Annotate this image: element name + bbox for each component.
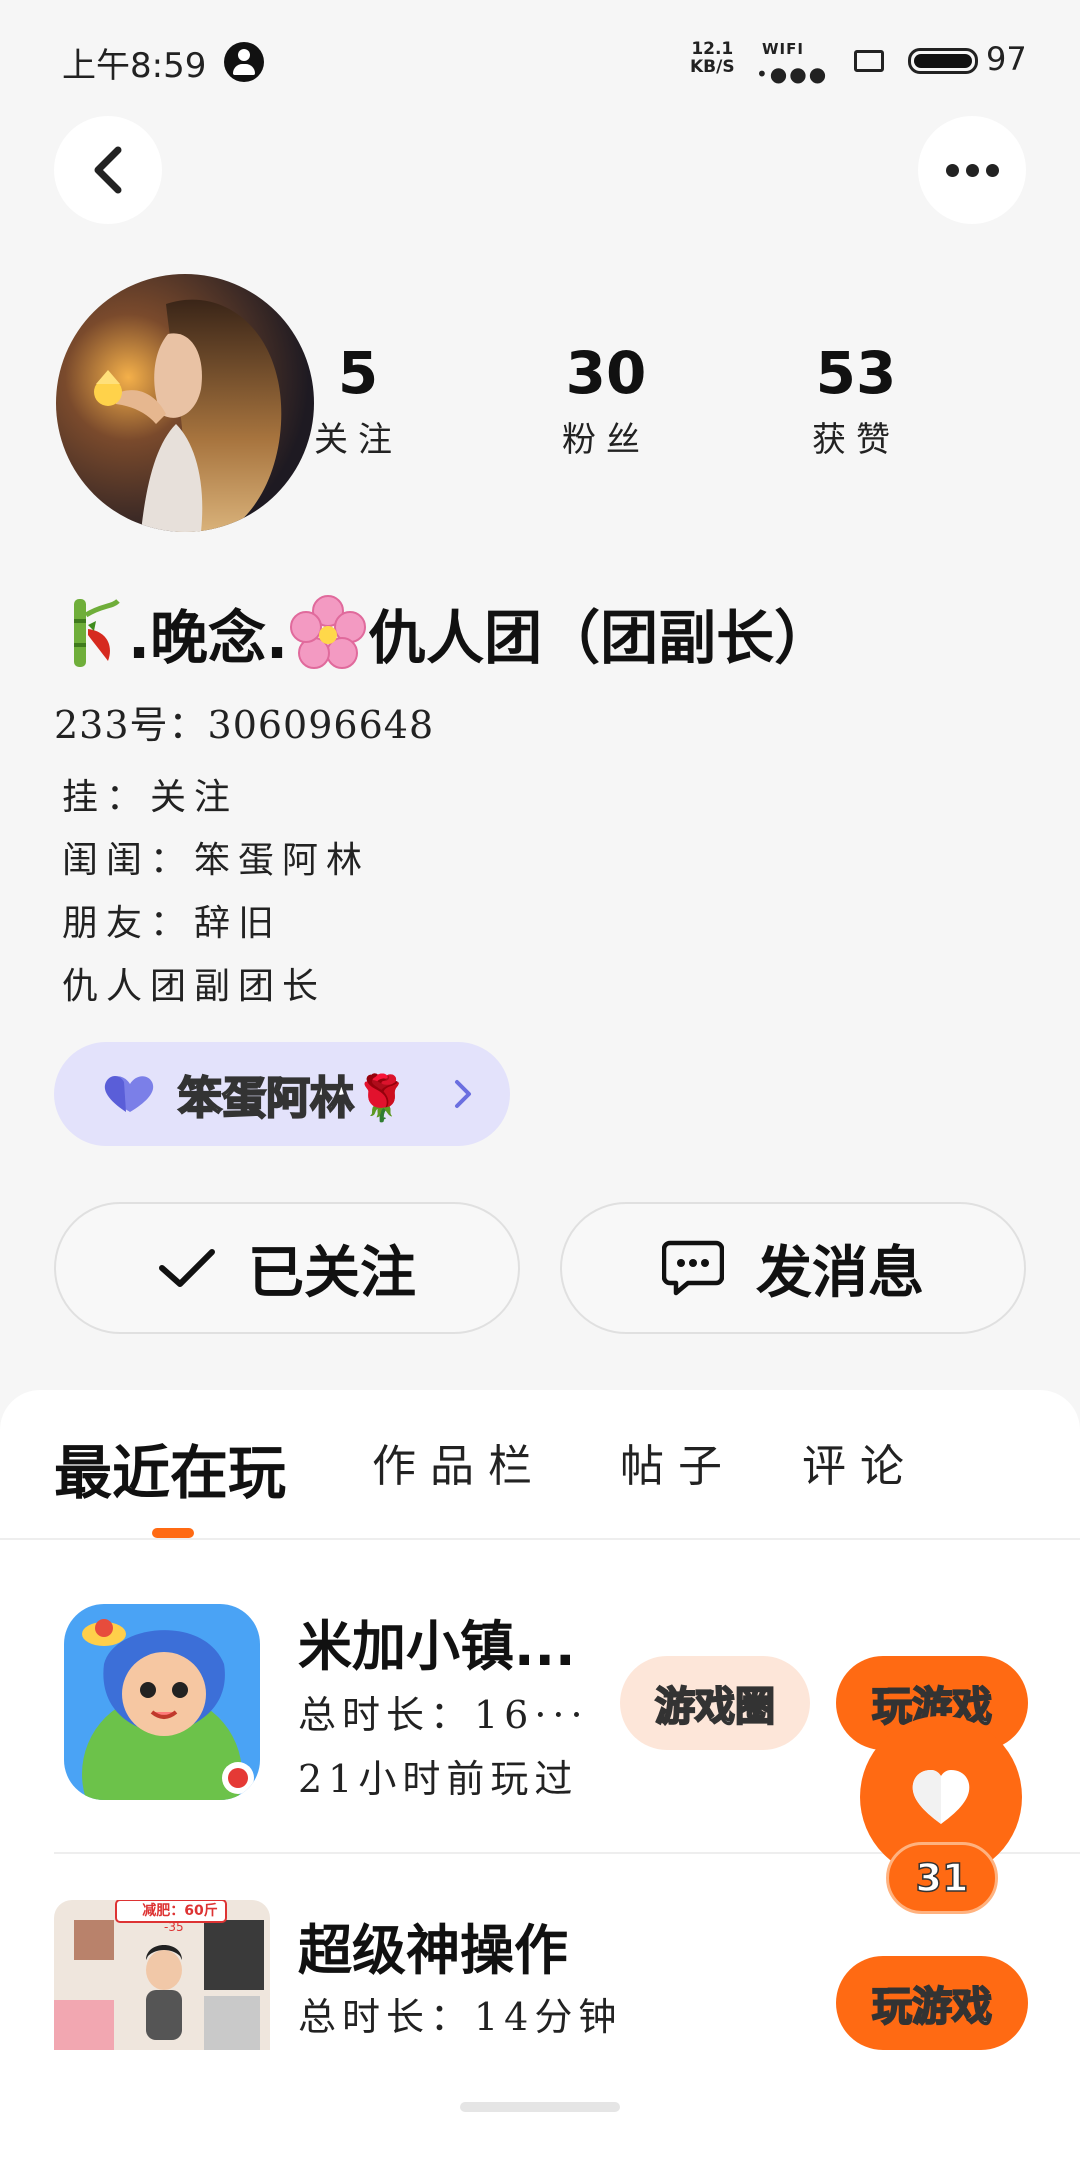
followed-label: 已关注 <box>248 1240 416 1306</box>
battery-level: 97 <box>986 40 1027 78</box>
game-title[interactable]: 米加小镇... <box>298 1602 576 1681</box>
checkmark-icon <box>159 1249 215 1287</box>
battery-icon <box>908 48 978 74</box>
game-circle-button[interactable]: 游戏圈 <box>620 1656 810 1750</box>
stat-followers-value: 30 <box>565 339 647 407</box>
double-heart-icon <box>104 1076 154 1112</box>
bio-line: 挂：关注 <box>62 777 239 818</box>
status-bar: 上午8:59 12.1 KB/S WIFI •●●● 97 <box>0 0 1080 120</box>
network-speed-value: 12.1 <box>691 39 734 59</box>
bamboo-pepper-icon <box>62 595 128 671</box>
avatar[interactable] <box>56 274 314 532</box>
stat-following-value: 5 <box>337 339 379 407</box>
game-icon-super-operation[interactable] <box>54 1900 270 2050</box>
like-count-badge: 31 <box>886 1842 998 1914</box>
bestie-tag-label: 笨蛋阿林🌹 <box>177 1072 410 1125</box>
stat-likes-value: 53 <box>815 339 897 407</box>
send-message-label: 发消息 <box>756 1240 924 1306</box>
signal-dots-icon: •●●● <box>756 62 829 86</box>
game-last-played: 21小时前玩过 <box>298 1757 579 1801</box>
heart-icon <box>912 1770 970 1824</box>
chevron-right-icon <box>454 1080 471 1108</box>
profile-name: .晚念. 仇人团（团副长） <box>62 588 832 678</box>
network-speed: 12.1 KB/S <box>690 40 735 76</box>
profile-bio: 挂：关注 闺闺：笨蛋阿林 朋友：辞旧 仇人团副团长 <box>62 766 370 1018</box>
tab-recent-play[interactable]: 最近在玩 <box>54 1426 286 1510</box>
home-indicator[interactable] <box>460 2102 620 2112</box>
wifi-label: WIFI <box>762 40 804 58</box>
stat-likes[interactable]: 53 获赞 <box>776 338 936 461</box>
send-message-button[interactable]: 发消息 <box>560 1202 1026 1334</box>
account-icon <box>224 42 264 82</box>
chat-bubble-icon <box>662 1240 724 1296</box>
stat-followers-label: 粉丝 <box>562 420 650 460</box>
wifi-icon: WIFI •●●● <box>756 40 826 86</box>
bestie-tag-chip[interactable]: 笨蛋阿林🌹 <box>54 1042 510 1146</box>
game-title[interactable]: 超级神操作 <box>298 1906 568 1985</box>
user-id: 233号：306096648 <box>54 703 435 747</box>
name-text-2: 仇人团（团副长） <box>368 604 833 672</box>
name-text-1: .晚念. <box>128 604 289 672</box>
game-duration: 总时长：16··· <box>298 1693 589 1737</box>
stat-following-label: 关注 <box>314 420 402 460</box>
more-button[interactable] <box>918 116 1026 224</box>
tab-comments[interactable]: 评论 <box>802 1430 918 1494</box>
game-banner: 减肥：60斤 <box>142 1903 218 1919</box>
stat-likes-label: 获赞 <box>812 420 900 460</box>
game-icon-miga-town[interactable] <box>64 1604 260 1800</box>
tab-works[interactable]: 作品栏 <box>372 1430 546 1494</box>
chevron-left-icon <box>94 146 122 194</box>
bio-line: 仇人团副团长 <box>62 966 327 1007</box>
status-time: 上午8:59 <box>62 46 207 86</box>
tab-bar: 最近在玩 作品栏 帖子 评论 <box>0 1390 1080 1540</box>
stat-followers[interactable]: 30 粉丝 <box>526 338 686 461</box>
sim-icon <box>854 50 884 72</box>
bio-line: 朋友：辞旧 <box>62 903 283 944</box>
avatar-image <box>56 274 314 532</box>
stat-following[interactable]: 5 关注 <box>278 338 438 461</box>
bio-line: 闺闺：笨蛋阿林 <box>62 840 371 881</box>
cherry-blossom-icon <box>288 595 368 671</box>
tab-indicator <box>152 1528 194 1538</box>
game-duration: 总时长：14分钟 <box>298 1995 623 2039</box>
tab-posts[interactable]: 帖子 <box>620 1430 736 1494</box>
followed-button[interactable]: 已关注 <box>54 1202 520 1334</box>
network-speed-unit: KB/S <box>690 57 735 77</box>
game-banner-sub: -35 <box>164 1920 184 1934</box>
back-button[interactable] <box>54 116 162 224</box>
profile-stats: 5 关注 30 粉丝 53 获赞 <box>310 338 950 478</box>
more-dots-icon <box>945 163 999 177</box>
play-game-button[interactable]: 玩游戏 <box>836 1956 1028 2050</box>
